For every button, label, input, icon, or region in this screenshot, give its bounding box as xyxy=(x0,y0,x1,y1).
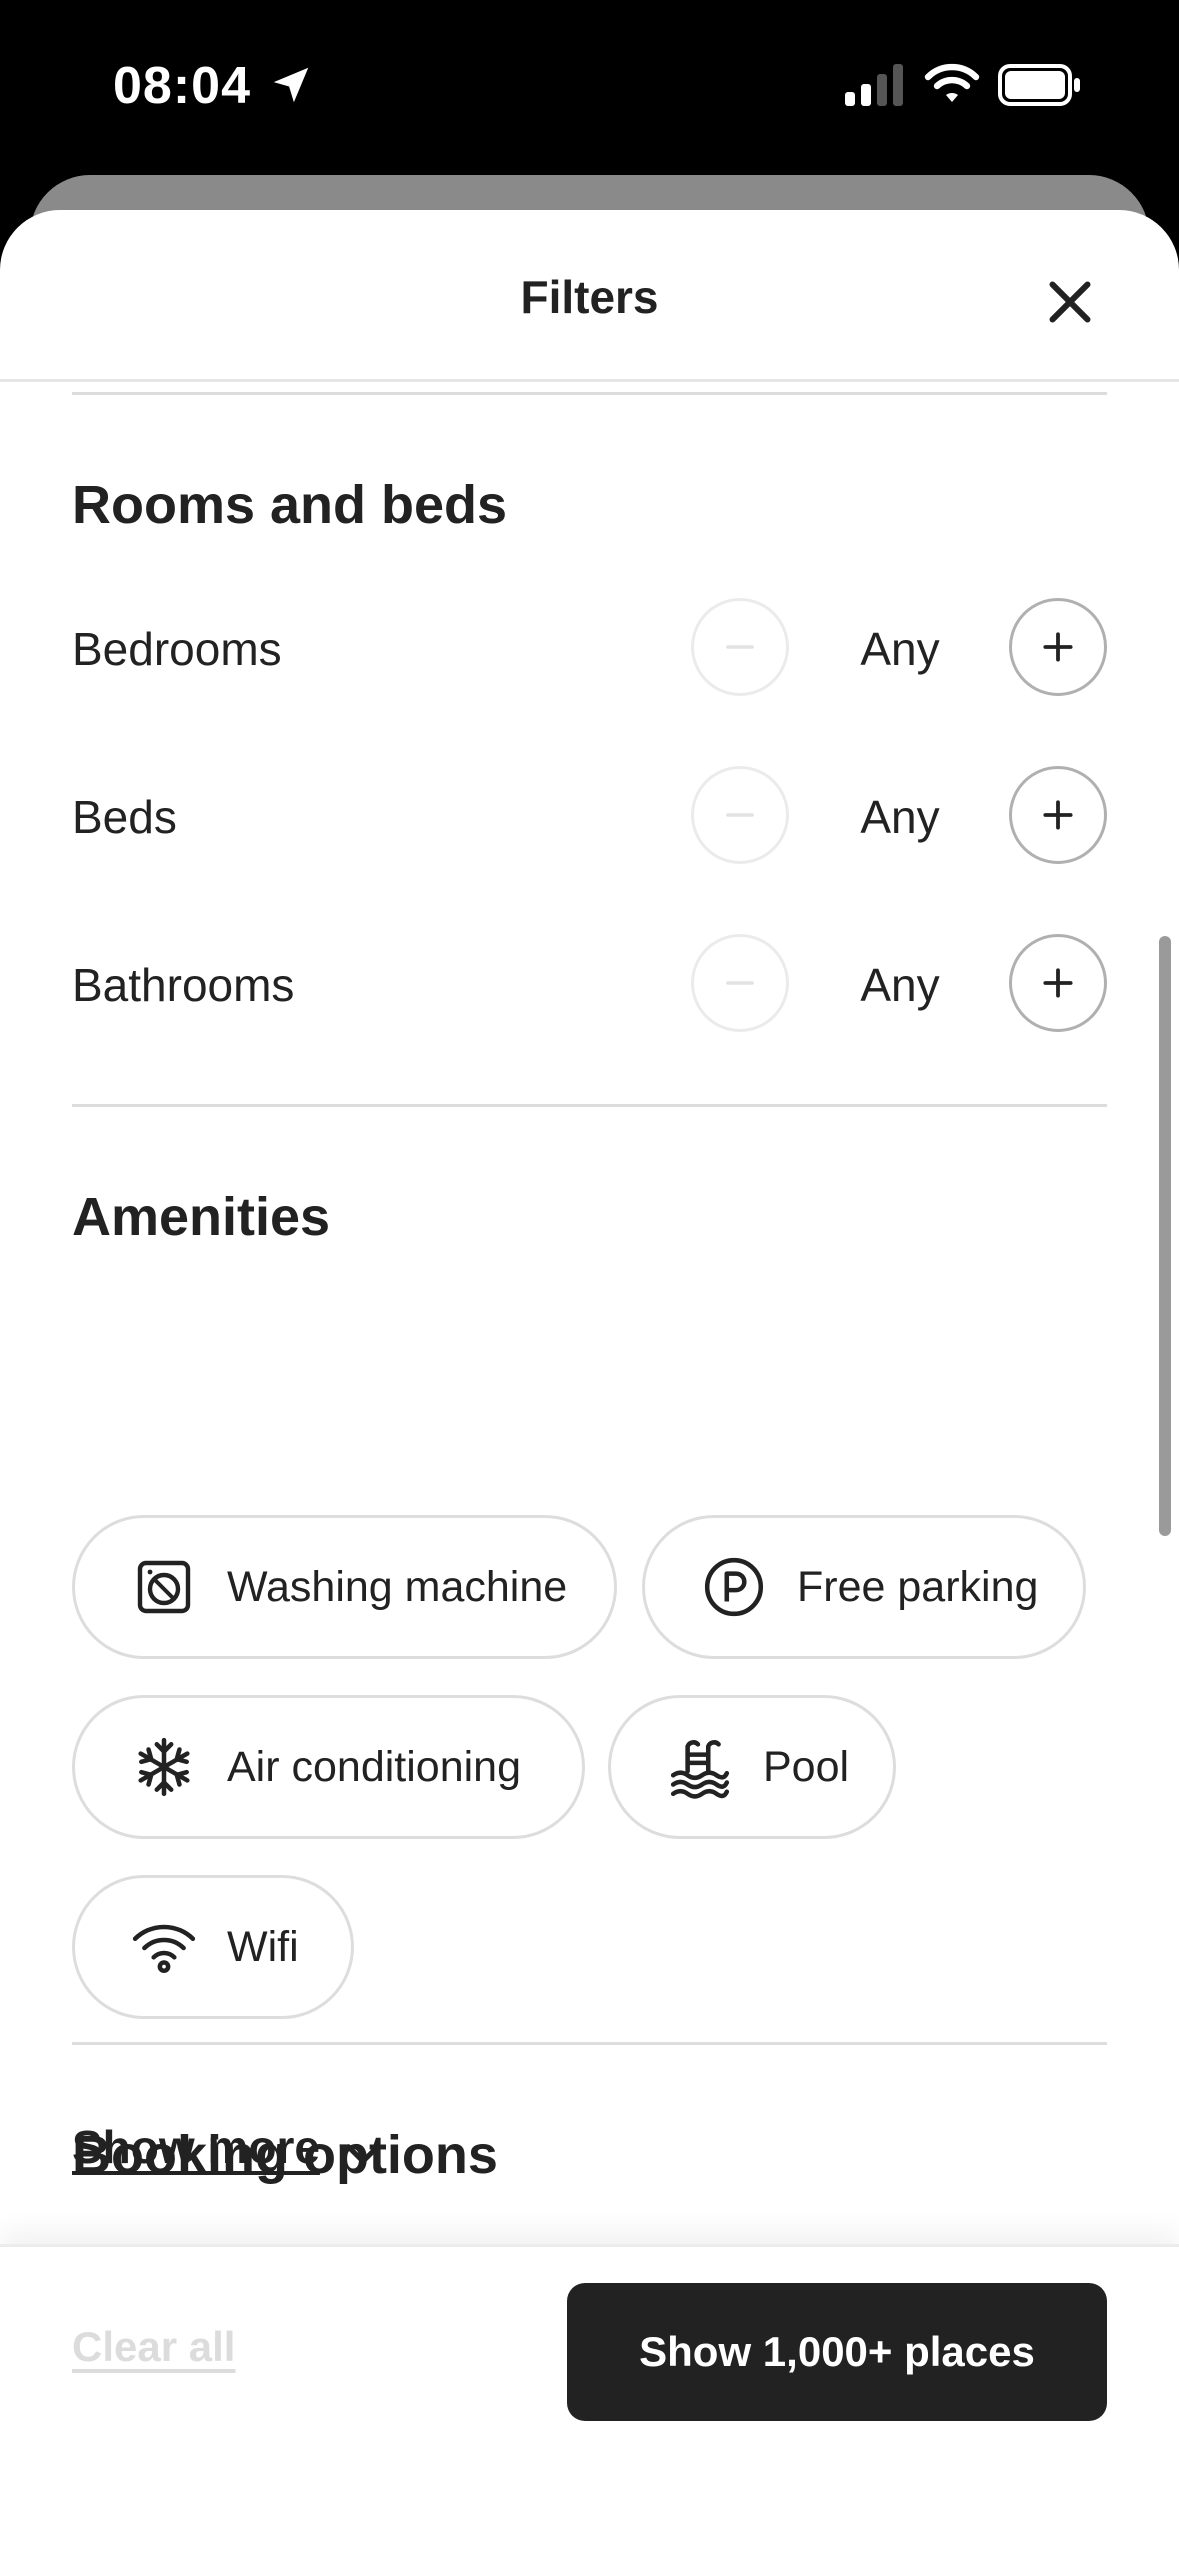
location-arrow-icon xyxy=(273,67,309,103)
booking-options-title: Booking options xyxy=(72,2125,498,2185)
pool-icon xyxy=(665,1732,735,1802)
status-bar: 08:04 xyxy=(0,0,1179,170)
bedrooms-decrement-button[interactable] xyxy=(691,598,789,696)
bathrooms-decrement-button[interactable] xyxy=(691,934,789,1032)
amenity-label: Air conditioning xyxy=(227,1742,522,1791)
minus-icon xyxy=(726,981,754,985)
footer-bar: Clear all Show 1,000+ places xyxy=(0,2244,1179,2556)
amenity-chip-air-conditioning[interactable]: Air conditioning xyxy=(72,1695,585,1839)
screen: 08:04 Filters Rooms and beds Bedrooms An… xyxy=(0,0,1179,2556)
snowflake-icon xyxy=(129,1732,199,1802)
amenity-label: Pool xyxy=(763,1742,850,1791)
divider xyxy=(72,392,1107,395)
sheet-title: Filters xyxy=(520,271,659,323)
show-places-button[interactable]: Show 1,000+ places xyxy=(567,2283,1107,2421)
amenity-chip-pool[interactable]: Pool xyxy=(608,1695,896,1839)
bathrooms-value: Any xyxy=(860,959,940,1011)
plus-icon xyxy=(1043,800,1073,830)
bathrooms-increment-button[interactable] xyxy=(1009,934,1107,1032)
minus-icon xyxy=(726,645,754,649)
parking-icon xyxy=(699,1552,769,1622)
minus-icon xyxy=(726,813,754,817)
plus-icon xyxy=(1043,632,1073,662)
wifi-icon xyxy=(129,1912,199,1982)
cellular-signal-icon xyxy=(845,64,903,106)
amenity-chip-free-parking[interactable]: Free parking xyxy=(642,1515,1086,1659)
rooms-section-title: Rooms and beds xyxy=(72,475,508,535)
filters-sheet: Filters Rooms and beds Bedrooms Any Beds… xyxy=(0,210,1179,2556)
bedrooms-label: Bedrooms xyxy=(72,623,282,675)
beds-decrement-button[interactable] xyxy=(691,766,789,864)
amenity-chip-wifi[interactable]: Wifi xyxy=(72,1875,354,2019)
bedrooms-value: Any xyxy=(860,623,940,675)
status-time: 08:04 xyxy=(113,57,251,115)
wifi-status-icon xyxy=(924,63,980,102)
clear-all-button[interactable]: Clear all xyxy=(72,2323,235,2371)
bathrooms-label: Bathrooms xyxy=(72,959,295,1011)
battery-icon xyxy=(998,64,1080,106)
amenity-chip-washing-machine[interactable]: Washing machine xyxy=(72,1515,617,1659)
divider xyxy=(72,1104,1107,1107)
bedrooms-increment-button[interactable] xyxy=(1009,598,1107,696)
plus-icon xyxy=(1043,968,1073,998)
amenity-label: Free parking xyxy=(797,1562,1039,1611)
amenities-section-title: Amenities xyxy=(72,1187,331,1247)
scrollbar[interactable] xyxy=(1159,936,1171,1536)
beds-increment-button[interactable] xyxy=(1009,766,1107,864)
sheet-header: Filters xyxy=(0,210,1179,382)
beds-value: Any xyxy=(860,791,940,843)
divider xyxy=(72,2042,1107,2045)
washing-machine-icon xyxy=(129,1552,199,1622)
amenity-label: Washing machine xyxy=(227,1562,568,1611)
amenity-label: Wifi xyxy=(227,1922,299,1971)
beds-label: Beds xyxy=(72,791,177,843)
close-icon[interactable] xyxy=(1040,272,1100,332)
